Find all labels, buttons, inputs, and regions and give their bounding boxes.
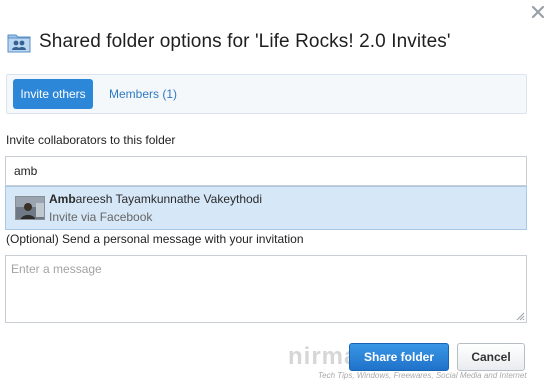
resize-grip-icon[interactable] [515, 311, 525, 321]
autocomplete-suggestion[interactable]: Ambareesh Tayamkunnathe Vakeythodi Invit… [5, 186, 527, 230]
share-folder-button[interactable]: Share folder [349, 343, 449, 371]
suggestion-name: Ambareesh Tayamkunnathe Vakeythodi [49, 192, 262, 206]
invite-collaborators-label: Invite collaborators to this folder [6, 133, 176, 147]
shared-folder-icon [7, 34, 31, 53]
shared-folder-dialog: Shared folder options for 'Life Rocks! 2… [0, 0, 553, 385]
watermark-tagline: Tech Tips, Windows, Freewares, Social Me… [318, 371, 527, 380]
invite-search-input[interactable] [5, 156, 527, 186]
dialog-header: Shared folder options for 'Life Rocks! 2… [7, 28, 451, 56]
personal-message-label: (Optional) Send a personal message with … [6, 232, 304, 246]
tab-invite-others[interactable]: Invite others [13, 79, 93, 109]
dialog-title: Shared folder options for 'Life Rocks! 2… [39, 31, 451, 52]
suggestion-subtitle: Invite via Facebook [49, 210, 153, 224]
tab-members[interactable]: Members (1) [102, 79, 184, 109]
suggestion-name-rest: areesh Tayamkunnathe Vakeythodi [75, 192, 263, 206]
close-icon[interactable] [529, 3, 547, 21]
tab-bar: Invite others Members (1) [6, 74, 527, 114]
user-avatar [15, 196, 45, 220]
message-textarea[interactable] [5, 255, 527, 323]
cancel-button[interactable]: Cancel [457, 343, 525, 371]
suggestion-name-match: Amb [49, 192, 76, 206]
